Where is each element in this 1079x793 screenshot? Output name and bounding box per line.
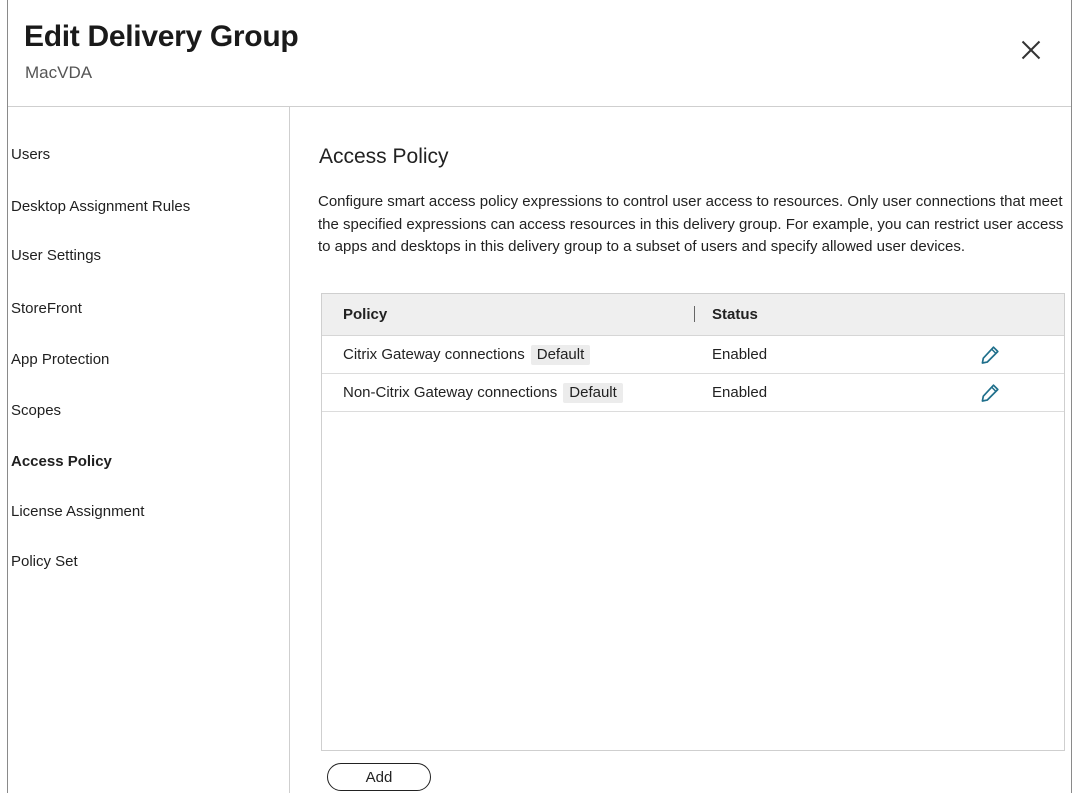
dialog-subtitle: MacVDA bbox=[25, 63, 93, 82]
column-header-status[interactable]: Status bbox=[712, 306, 758, 323]
sidebar-nav: Users Desktop Assignment Rules User Sett… bbox=[8, 107, 290, 793]
sidebar-item-user-settings[interactable]: User Settings bbox=[11, 247, 101, 264]
sidebar-item-storefront[interactable]: StoreFront bbox=[11, 300, 82, 317]
table-header: Policy Status bbox=[322, 294, 1064, 336]
sidebar-item-desktop-assignment-rules[interactable]: Desktop Assignment Rules bbox=[11, 198, 190, 215]
edit-delivery-group-dialog: Edit Delivery Group MacVDA Users Desktop… bbox=[7, 0, 1072, 793]
sidebar-item-policy-set[interactable]: Policy Set bbox=[11, 553, 78, 570]
default-badge: Default bbox=[530, 345, 591, 365]
sidebar-item-access-policy[interactable]: Access Policy bbox=[11, 453, 112, 470]
default-badge: Default bbox=[563, 383, 623, 403]
status-cell: Enabled bbox=[712, 384, 768, 401]
policy-name: Non-Citrix Gateway connections bbox=[343, 384, 558, 401]
policy-cell: Citrix Gateway connections Default bbox=[343, 345, 591, 365]
section-description: Configure smart access policy expression… bbox=[318, 193, 1064, 255]
table-row[interactable]: Non-Citrix Gateway connections Default En… bbox=[322, 374, 1064, 412]
add-button[interactable]: Add bbox=[327, 763, 431, 791]
sidebar-item-app-protection[interactable]: App Protection bbox=[11, 351, 109, 368]
column-header-policy[interactable]: Policy bbox=[343, 306, 387, 323]
sidebar-item-scopes[interactable]: Scopes bbox=[11, 402, 61, 419]
policy-cell: Non-Citrix Gateway connections Default bbox=[343, 383, 623, 403]
dialog-title: Edit Delivery Group bbox=[24, 20, 299, 53]
status-cell: Enabled bbox=[712, 346, 768, 363]
pencil-icon[interactable] bbox=[979, 344, 1001, 366]
dialog-header: Edit Delivery Group MacVDA bbox=[8, 0, 1071, 107]
policy-name: Citrix Gateway connections bbox=[343, 346, 525, 363]
main-content: Access Policy Configure smart access pol… bbox=[291, 107, 1072, 793]
pencil-icon[interactable] bbox=[979, 382, 1001, 404]
sidebar-item-license-assignment[interactable]: License Assignment bbox=[11, 503, 144, 520]
close-icon[interactable] bbox=[1021, 40, 1041, 60]
section-title: Access Policy bbox=[319, 145, 449, 168]
access-policy-table: Policy Status Citrix Gateway connections… bbox=[321, 293, 1065, 751]
table-row[interactable]: Citrix Gateway connections Default Enable… bbox=[322, 336, 1064, 374]
column-divider[interactable] bbox=[694, 306, 695, 322]
sidebar-item-users[interactable]: Users bbox=[11, 146, 50, 163]
